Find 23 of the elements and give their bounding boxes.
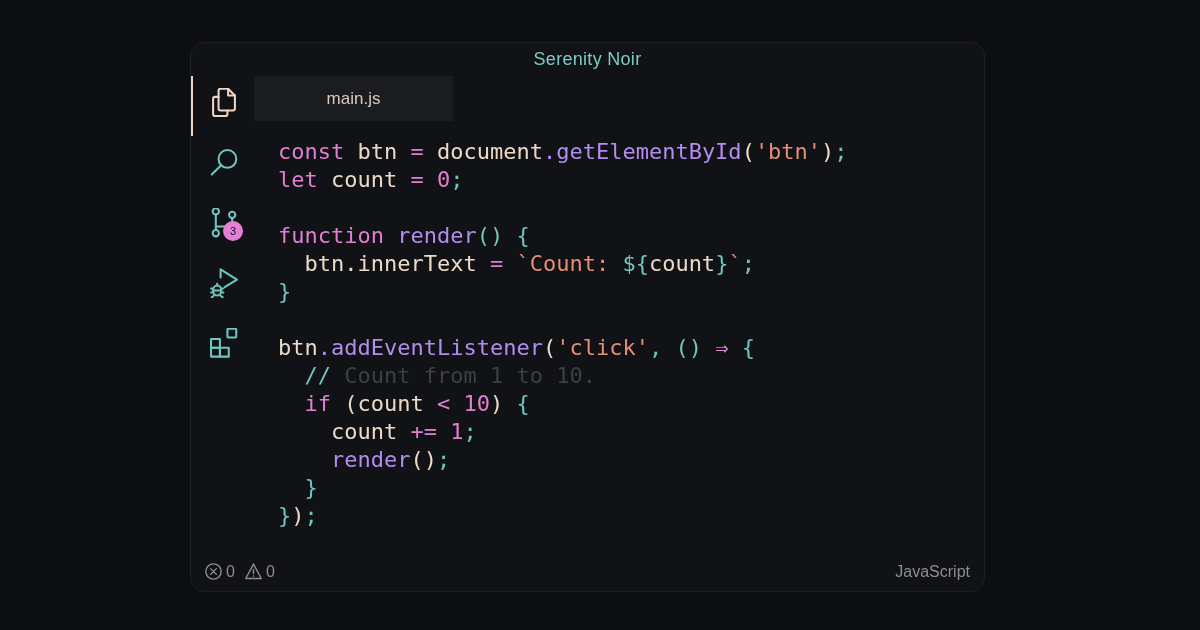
count-badge: 3 bbox=[223, 221, 243, 241]
code-line: let count = 0; bbox=[278, 166, 464, 194]
code-line: if (count < 10) { bbox=[304, 390, 530, 418]
code-line: btn.addEventListener('click', () ⇒ { bbox=[278, 334, 755, 362]
code-line: count += 1; bbox=[330, 418, 477, 446]
window-title: Serenity Noir bbox=[533, 49, 642, 70]
play-bug-icon bbox=[208, 268, 239, 298]
error-icon bbox=[205, 563, 222, 580]
warning-count: 0 bbox=[265, 562, 275, 581]
warning-icon bbox=[244, 563, 262, 580]
code-line: } bbox=[304, 474, 318, 502]
code-line: }); bbox=[278, 502, 318, 530]
language-label: JavaScript bbox=[895, 562, 970, 581]
code-line: function render() { bbox=[278, 222, 530, 250]
search-icon bbox=[208, 148, 239, 178]
code-line: btn.innerText = `Count: ${count}`; bbox=[304, 250, 755, 278]
code-line: const btn = document.getElementById('btn'); bbox=[278, 138, 848, 166]
error-count: 0 bbox=[226, 562, 235, 581]
activity-bar-item[interactable]: 3 bbox=[191, 196, 254, 256]
code-line: } bbox=[278, 278, 292, 306]
code-line: render(); bbox=[330, 446, 451, 474]
file-tab[interactable]: main.js bbox=[254, 76, 453, 121]
blocks-icon bbox=[208, 328, 239, 358]
